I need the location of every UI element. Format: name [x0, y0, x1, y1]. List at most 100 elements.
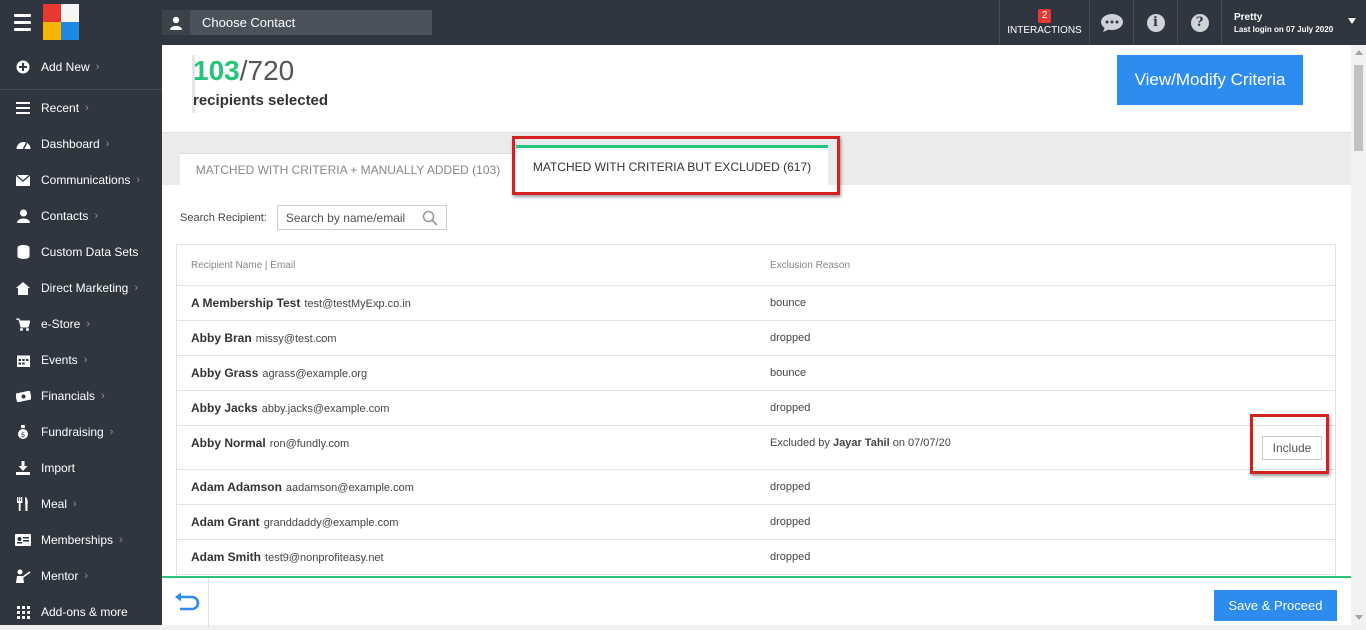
app-logo[interactable] — [43, 4, 79, 40]
sidebar-item-label: Communications — [41, 173, 131, 187]
tabs-bar: MATCHED WITH CRITERIA + MANUALLY ADDED (… — [162, 133, 1351, 185]
sidebar-item-e-store[interactable]: e-Store › — [0, 306, 162, 342]
top-bar: Choose Contact 2 INTERACTIONS i ? Pretty… — [0, 0, 1366, 45]
recipients-selected-label: recipients selected — [193, 92, 329, 109]
cart-icon — [15, 316, 31, 332]
exclusion-reason: dropped — [770, 516, 811, 528]
caret-down-icon — [1348, 18, 1356, 24]
scroll-thumb[interactable] — [1354, 65, 1363, 151]
recipient-cell: Abby Grass agrass@example.org — [191, 366, 367, 380]
search-row: Search Recipient: — [180, 205, 447, 230]
mentor-icon — [15, 568, 31, 584]
house-icon — [15, 280, 31, 296]
search-icon[interactable] — [422, 210, 438, 226]
recipient-email: test9@nonprofiteasy.net — [265, 552, 384, 564]
import-icon — [15, 460, 31, 476]
sidebar-item-recent[interactable]: Recent › — [0, 90, 162, 126]
sidebar-item-contacts[interactable]: Contacts › — [0, 198, 162, 234]
recipient-name: Abby Normal — [191, 436, 266, 450]
person-icon — [162, 10, 190, 35]
recipient-email: ron@fundly.com — [269, 438, 350, 450]
recipient-name: Abby Bran — [191, 331, 252, 345]
sidebar-item-events[interactable]: Events › — [0, 342, 162, 378]
back-icon[interactable] — [174, 592, 200, 612]
recipient-cell: Abby Normal ron@fundly.com — [191, 436, 349, 450]
table-row: Adam Smith test9@nonprofiteasy.net dropped — [177, 540, 1335, 575]
bottom-divider — [208, 578, 209, 627]
view-modify-criteria-button[interactable]: View/Modify Criteria — [1117, 55, 1303, 105]
table-row: Abby Bran missy@test.com dropped — [177, 321, 1335, 356]
sidebar-item-dashboard[interactable]: Dashboard › — [0, 126, 162, 162]
tab-matched-manually-added[interactable]: MATCHED WITH CRITERIA + MANUALLY ADDED (… — [180, 153, 516, 185]
sidebar-item-memberships[interactable]: Memberships › — [0, 522, 162, 558]
recipient-name: Adam Adamson — [191, 480, 282, 494]
recipient-email: abby.jacks@example.com — [261, 403, 390, 415]
help-button[interactable]: ? — [1177, 0, 1221, 45]
choose-contact-button[interactable]: Choose Contact — [162, 10, 432, 35]
menu-toggle-icon[interactable] — [0, 0, 45, 45]
save-proceed-button[interactable]: Save & Proceed — [1214, 590, 1337, 621]
interactions-label: INTERACTIONS — [1007, 25, 1082, 36]
total-count: /720 — [239, 55, 295, 86]
exclusion-reason: bounce — [770, 297, 807, 309]
search-label: Search Recipient: — [180, 211, 267, 224]
sidebar-item-label: Mentor — [41, 569, 79, 583]
recipient-cell: Adam Grant granddaddy@example.com — [191, 515, 398, 529]
sidebar-item-communications[interactable]: Communications › — [0, 162, 162, 198]
exclusion-reason: Excluded by Jayar Tahil on 07/07/20 — [770, 437, 951, 449]
chevron-right-icon: › — [85, 102, 89, 114]
recipient-name: Adam Grant — [191, 515, 260, 529]
include-button[interactable]: Include — [1262, 436, 1322, 460]
scroll-up-icon[interactable] — [1355, 50, 1363, 55]
sidebar-item-import[interactable]: Import — [0, 450, 162, 486]
page-scrollbar[interactable] — [1351, 45, 1366, 625]
reason-prefix: Excluded by — [770, 437, 833, 449]
chevron-right-icon: › — [101, 390, 105, 402]
envelope-icon — [15, 172, 31, 188]
sidebar-item-fundraising[interactable]: $ Fundraising › — [0, 414, 162, 450]
user-menu[interactable]: Pretty Last login on 07 July 2020 — [1221, 0, 1366, 45]
sidebar-item-label: Contacts — [41, 209, 89, 223]
table-row: A Membership Test test@testMyExp.co.in bou… — [177, 286, 1335, 321]
chevron-right-icon: › — [86, 318, 91, 330]
exclusion-reason: dropped — [770, 481, 811, 493]
tab-matched-excluded[interactable]: MATCHED WITH CRITERIA BUT EXCLUDED (617) — [516, 145, 828, 185]
scroll-down-icon[interactable] — [1355, 615, 1363, 620]
person-icon — [15, 208, 31, 224]
sidebar-item-label: Add-ons & more — [41, 605, 128, 619]
sidebar-item-direct-marketing[interactable]: Direct Marketing › — [0, 270, 162, 306]
chevron-right-icon: › — [136, 174, 141, 186]
sidebar-item-add-new[interactable]: Add New › — [0, 45, 162, 90]
sidebar-item-label: Financials — [41, 389, 96, 403]
header-exclusion-reason: Exclusion Reason — [770, 259, 851, 271]
sidebar-item-label: e-Store — [41, 317, 81, 331]
recipient-summary: 103/720 recipients selected View/Modify … — [162, 45, 1351, 133]
sidebar-item-label: Fundraising — [41, 425, 104, 439]
choose-contact-label: Choose Contact — [202, 15, 296, 30]
table-row: Abby Normal ron@fundly.com Excluded by Jay… — [177, 426, 1335, 470]
recipient-cell: Abby Bran missy@test.com — [191, 331, 337, 345]
chevron-right-icon: › — [73, 498, 77, 510]
bottom-bar: Save & Proceed — [162, 576, 1351, 627]
recipient-email: missy@test.com — [255, 333, 337, 345]
recipient-cell: A Membership Test test@testMyExp.co.in — [191, 296, 411, 310]
info-icon: i — [1146, 13, 1165, 32]
info-button[interactable]: i — [1133, 0, 1177, 45]
interactions-button[interactable]: 2 INTERACTIONS — [999, 0, 1089, 45]
excluded-by-user: Jayar Tahil — [832, 437, 890, 449]
sidebar-item-financials[interactable]: Financials › — [0, 378, 162, 414]
search-box — [276, 205, 447, 230]
sidebar-item-mentor[interactable]: Mentor › — [0, 558, 162, 594]
table-header: Recipient Name | Email Exclusion Reason — [177, 245, 1335, 286]
search-input[interactable] — [285, 210, 422, 225]
recipient-cell: Adam Adamson aadamson@example.com — [191, 480, 414, 494]
sidebar-item-custom-data-sets[interactable]: Custom Data Sets — [0, 234, 162, 270]
recipient-email: granddaddy@example.com — [263, 517, 399, 529]
sidebar-item-meal[interactable]: Meal › — [0, 486, 162, 522]
sidebar-item-label: Recent — [41, 101, 80, 115]
selected-count: 103 — [193, 55, 240, 86]
chat-button[interactable] — [1089, 0, 1133, 45]
chevron-right-icon: › — [109, 426, 114, 438]
sidebar-item-label: Events — [41, 353, 78, 367]
recipient-table: Recipient Name | Email Exclusion Reason … — [176, 244, 1336, 625]
